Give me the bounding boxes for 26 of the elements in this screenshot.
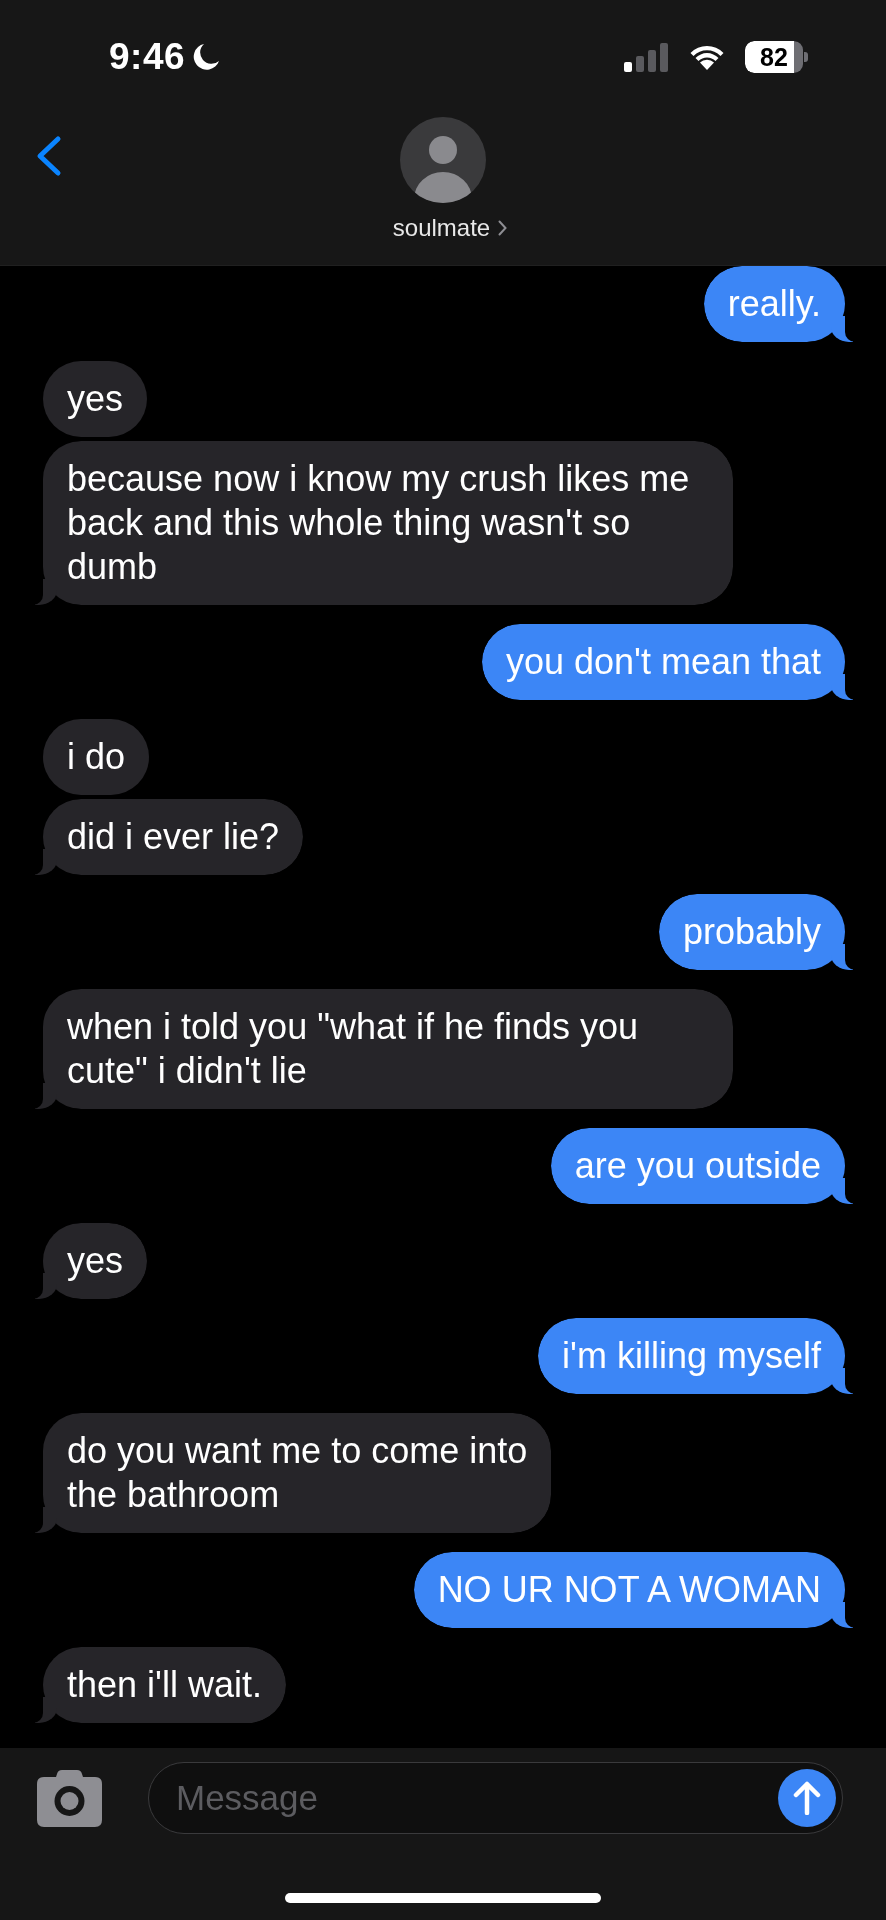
message-bubble: NO UR NOT A WOMAN <box>413 1552 855 1628</box>
camera-icon[interactable] <box>37 1769 102 1827</box>
battery-indicator: 82 <box>745 41 809 73</box>
message-bubble: i do <box>43 719 150 795</box>
contact-avatar-icon[interactable] <box>400 117 486 203</box>
chevron-right-icon <box>498 220 508 236</box>
message-bubble: i'm killing myself <box>538 1318 855 1394</box>
message-bubble: really. <box>703 266 855 342</box>
message-bubble: when i told you "what if he finds you cute" i didn't lie <box>33 989 733 1109</box>
message-bubble: did i ever lie? <box>33 799 304 875</box>
wifi-icon <box>689 44 725 70</box>
contact-name[interactable]: soulmate <box>392 213 491 243</box>
message-bubble: because now i know my crush likes me back and this whole thing wasn't so dumb <box>33 441 733 605</box>
message-bubble: you don't mean that <box>481 624 855 700</box>
arrow-up-icon <box>793 1781 821 1815</box>
message-bubble: then i'll wait. <box>33 1647 286 1723</box>
message-bubble: do you want me to come into the bathroom <box>33 1413 552 1533</box>
message-bubble: yes <box>33 1223 148 1299</box>
back-chevron-icon[interactable] <box>35 135 62 177</box>
message-bubble: yes <box>43 361 148 437</box>
message-bubble: probably <box>658 894 855 970</box>
message-field[interactable]: Message <box>148 1762 843 1834</box>
message-bubble: are you outside <box>550 1128 855 1204</box>
signal-icon <box>624 42 669 72</box>
status-time: 9:46 <box>109 36 186 78</box>
moon-icon <box>191 42 222 72</box>
